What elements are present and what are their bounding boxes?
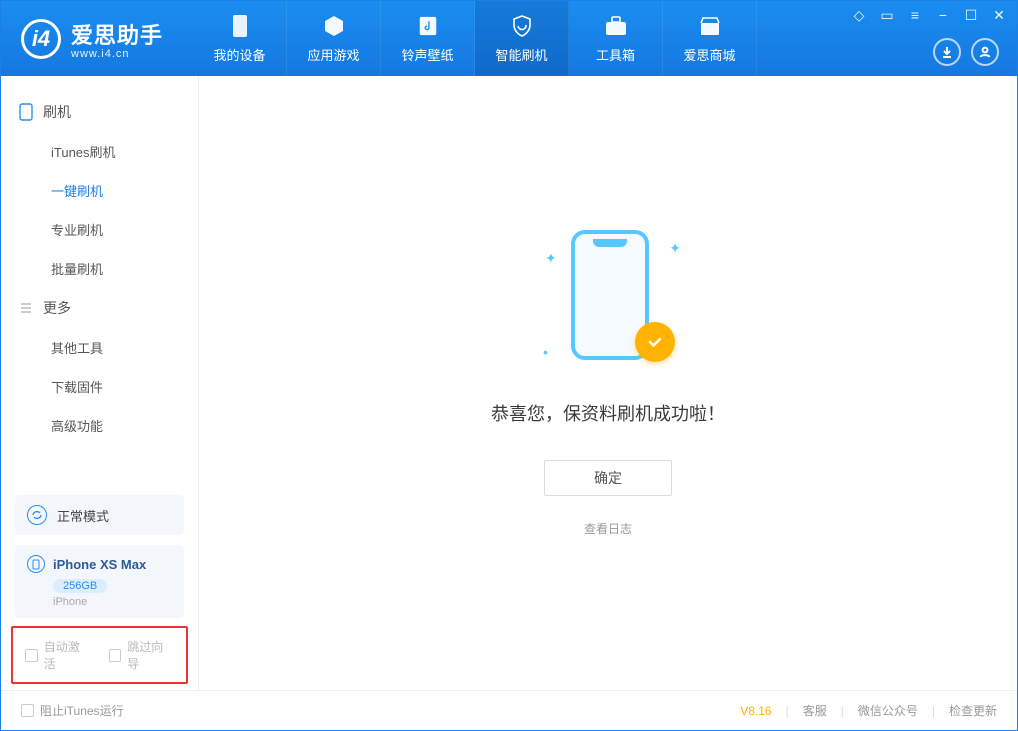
app-subtitle: www.i4.cn <box>71 48 163 60</box>
tab-devices[interactable]: 我的设备 <box>193 1 287 76</box>
tab-apps-label: 应用游戏 <box>308 45 360 64</box>
check-skip-guide[interactable]: 跳过向导 <box>109 638 175 672</box>
device-capacity: 256GB <box>53 579 107 593</box>
account-button[interactable] <box>971 38 999 66</box>
ok-button[interactable]: 确定 <box>544 460 672 496</box>
checkbox-icon <box>109 649 122 662</box>
separator: | <box>841 704 844 718</box>
device-panel: 正常模式 iPhone XS Max 256GB iPhone <box>1 495 198 618</box>
support-link[interactable]: 客服 <box>803 702 827 719</box>
footer: 阻止iTunes运行 V8.16 | 客服 | 微信公众号 | 检查更新 <box>1 690 1017 730</box>
sidebar-item-pro[interactable]: 专业刷机 <box>1 210 198 249</box>
success-message: 恭喜您，保资料刷机成功啦！ <box>491 400 725 426</box>
sparkle-icon: • <box>543 344 548 360</box>
tab-flash-label: 智能刷机 <box>496 45 548 64</box>
phone-icon <box>227 13 253 39</box>
success-illustration: ✦ ✦ • <box>543 230 673 370</box>
tab-flash[interactable]: 智能刷机 <box>475 1 569 76</box>
sidebar-group-more-label: 更多 <box>43 298 71 318</box>
success-check-badge-icon <box>635 322 675 362</box>
sidebar-list: 刷机 iTunes刷机 一键刷机 专业刷机 批量刷机 更多 其他工具 下载固件 … <box>1 76 198 495</box>
check-auto-activate[interactable]: 自动激活 <box>25 638 91 672</box>
sparkle-icon: ✦ <box>545 250 557 267</box>
tab-apps[interactable]: 应用游戏 <box>287 1 381 76</box>
sidebar-group-flash-label: 刷机 <box>43 102 71 122</box>
app-title: 爱思助手 <box>71 18 163 50</box>
update-link[interactable]: 检查更新 <box>949 702 997 719</box>
tab-store-label: 爱思商城 <box>684 45 736 64</box>
separator: | <box>932 704 935 718</box>
checks-box: 自动激活 跳过向导 <box>11 626 188 684</box>
logo-text: 爱思助手 www.i4.cn <box>71 18 163 60</box>
sidebar-group-flash: 刷机 <box>1 92 198 132</box>
phone-outline-icon <box>19 103 33 121</box>
sidebar: 刷机 iTunes刷机 一键刷机 专业刷机 批量刷机 更多 其他工具 下载固件 … <box>1 76 199 690</box>
version-label: V8.16 <box>740 704 771 718</box>
list-icon <box>19 301 33 315</box>
close-button[interactable]: ✕ <box>991 7 1007 23</box>
check-block-itunes[interactable]: 阻止iTunes运行 <box>21 702 124 719</box>
refresh-shield-icon <box>509 13 535 39</box>
store-icon <box>697 13 723 39</box>
header-circles <box>933 38 999 66</box>
device-type: iPhone <box>53 596 172 608</box>
shirt-icon[interactable]: ◇ <box>851 7 867 23</box>
toolbox-icon <box>603 13 629 39</box>
menu-icon[interactable]: ≡ <box>907 7 923 23</box>
separator: | <box>786 704 789 718</box>
sidebar-item-batch[interactable]: 批量刷机 <box>1 249 198 288</box>
phone-mini-icon <box>27 555 45 573</box>
check-skip-guide-label: 跳过向导 <box>127 638 174 672</box>
sidebar-group-more: 更多 <box>1 288 198 328</box>
footer-right: V8.16 | 客服 | 微信公众号 | 检查更新 <box>740 702 997 719</box>
sparkle-icon: ✦ <box>669 240 681 257</box>
device-mode-label: 正常模式 <box>57 506 109 525</box>
sidebar-item-advanced[interactable]: 高级功能 <box>1 406 198 445</box>
footer-left: 阻止iTunes运行 <box>21 702 124 719</box>
sidebar-item-oneclick[interactable]: 一键刷机 <box>1 171 198 210</box>
main-content: ✦ ✦ • 恭喜您，保资料刷机成功啦！ 确定 查看日志 <box>199 76 1017 690</box>
download-button[interactable] <box>933 38 961 66</box>
checkbox-icon <box>25 649 38 662</box>
maximize-button[interactable]: ☐ <box>963 7 979 23</box>
tab-devices-label: 我的设备 <box>214 45 266 64</box>
view-log-link[interactable]: 查看日志 <box>584 520 632 537</box>
tab-media-label: 铃声壁纸 <box>402 45 454 64</box>
logo[interactable]: i4 爱思助手 www.i4.cn <box>21 18 163 60</box>
check-block-itunes-label: 阻止iTunes运行 <box>40 702 124 719</box>
note-icon[interactable]: ▭ <box>879 7 895 23</box>
device-name: iPhone XS Max <box>53 557 146 572</box>
body: 刷机 iTunes刷机 一键刷机 专业刷机 批量刷机 更多 其他工具 下载固件 … <box>1 76 1017 690</box>
main-tabs: 我的设备 应用游戏 铃声壁纸 智能刷机 工具箱 爱思商城 <box>193 1 757 76</box>
sidebar-item-other[interactable]: 其他工具 <box>1 328 198 367</box>
device-name-row: iPhone XS Max <box>27 555 172 573</box>
tab-store[interactable]: 爱思商城 <box>663 1 757 76</box>
sidebar-item-firmware[interactable]: 下载固件 <box>1 367 198 406</box>
device-mode-box[interactable]: 正常模式 <box>15 495 184 535</box>
check-auto-activate-label: 自动激活 <box>44 638 91 672</box>
logo-icon: i4 <box>21 19 61 59</box>
header: i4 爱思助手 www.i4.cn 我的设备 应用游戏 铃声壁纸 智能刷机 工具… <box>1 1 1017 76</box>
wechat-link[interactable]: 微信公众号 <box>858 702 918 719</box>
checkbox-icon <box>21 704 34 717</box>
tab-tools-label: 工具箱 <box>596 45 635 64</box>
device-info-box[interactable]: iPhone XS Max 256GB iPhone <box>15 545 184 618</box>
window-buttons: ◇ ▭ ≡ − ☐ ✕ <box>851 7 1007 23</box>
sidebar-item-itunes[interactable]: iTunes刷机 <box>1 132 198 171</box>
music-note-icon <box>415 13 441 39</box>
sync-icon <box>27 505 47 525</box>
cube-icon <box>321 13 347 39</box>
tab-tools[interactable]: 工具箱 <box>569 1 663 76</box>
tab-media[interactable]: 铃声壁纸 <box>381 1 475 76</box>
minimize-button[interactable]: − <box>935 7 951 23</box>
